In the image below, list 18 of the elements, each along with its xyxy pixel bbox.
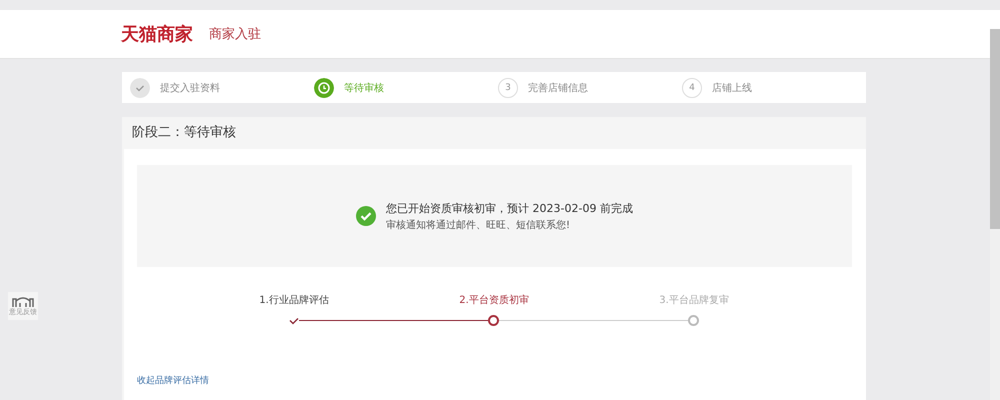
step-label: 等待审核 <box>344 82 384 94</box>
step-label: 店铺上线 <box>712 82 752 94</box>
panel-title: 阶段二：等待审核 <box>131 124 237 142</box>
building-icon <box>12 295 34 307</box>
substep-label: 3.平台品牌复审 <box>659 294 729 307</box>
collapse-link[interactable]: 收起品牌评估详情 <box>137 374 209 387</box>
substep-label: 2.平台资质初审 <box>459 294 529 307</box>
notice-text: 审核通知将通过邮件、旺旺、短信联系您! <box>386 218 572 232</box>
logo[interactable]: 天猫商家 <box>121 22 193 46</box>
success-icon <box>356 206 376 226</box>
substep-label: 1.行业品牌评估 <box>259 294 329 307</box>
step-number: 3 <box>498 78 518 98</box>
page-subtitle: 商家入驻 <box>209 26 261 43</box>
notice-title: 您已开始资质审核初审，预计 2023-02-09 前完成 <box>386 200 633 216</box>
step-label: 完善店铺信息 <box>528 82 588 94</box>
step-label: 提交入驻资料 <box>160 82 220 94</box>
scrollbar[interactable] <box>990 29 1000 400</box>
step-number: 4 <box>682 78 702 98</box>
